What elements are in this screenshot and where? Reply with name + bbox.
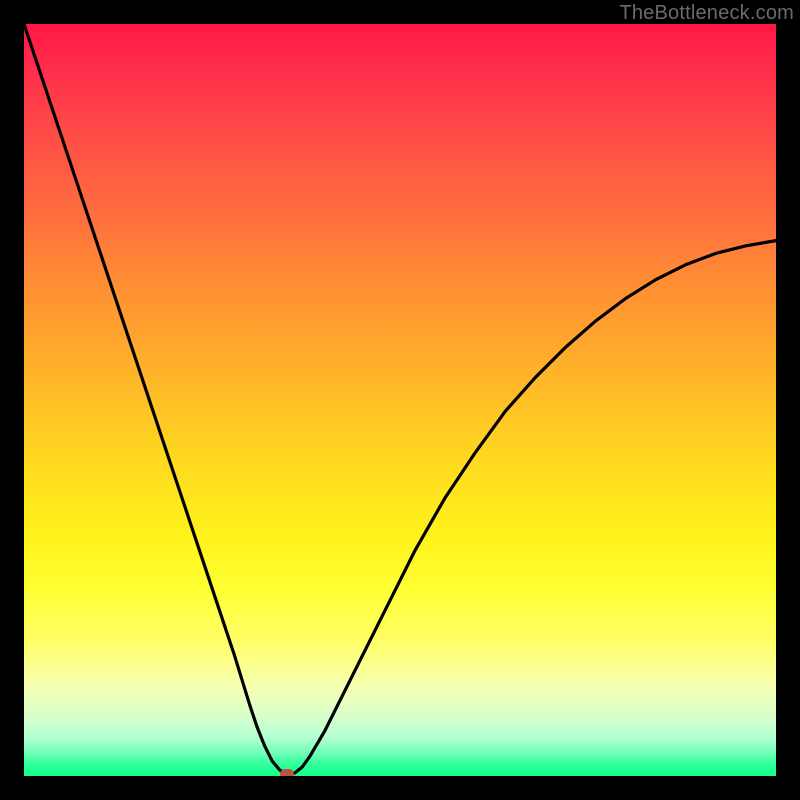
- plot-area: [24, 24, 776, 776]
- gradient-background: [24, 24, 776, 776]
- chart-frame: TheBottleneck.com: [0, 0, 800, 800]
- optimal-point-marker: [280, 769, 294, 776]
- watermark-text: TheBottleneck.com: [619, 2, 794, 25]
